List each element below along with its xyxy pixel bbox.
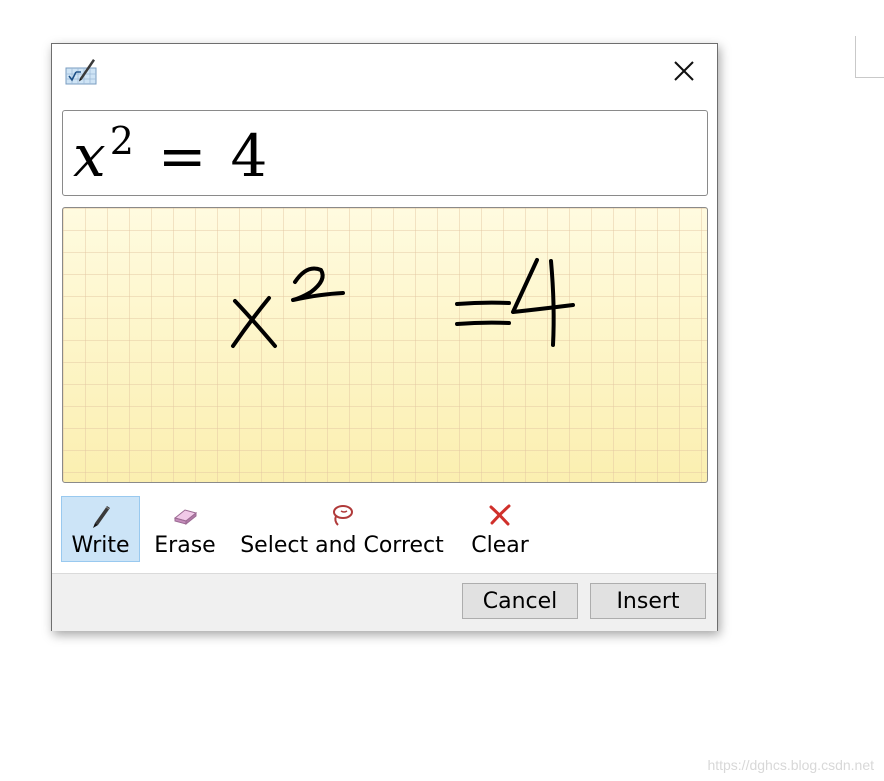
watermark: https://dghcs.blog.csdn.net (707, 757, 874, 773)
clear-tool-button[interactable]: Clear (466, 496, 534, 562)
equation-base: x (73, 122, 106, 190)
recognized-equation: x 2 = 4 (73, 117, 267, 202)
equation-rhs: 4 (230, 122, 268, 190)
eraser-icon (171, 501, 199, 529)
erase-tool-button[interactable]: Erase (150, 496, 220, 562)
dialog-footer: Cancel Insert (52, 573, 717, 631)
equation-equals: = (157, 122, 207, 190)
select-and-correct-tool-label: Select and Correct (240, 533, 444, 558)
ink-stroke-equals (455, 320, 511, 326)
math-input-dialog: x 2 = 4 Write Erase Select and Correct C… (51, 43, 718, 631)
ink-toolbar: Write Erase Select and Correct Clear (52, 494, 717, 574)
erase-tool-label: Erase (154, 533, 216, 558)
lasso-icon (328, 501, 356, 529)
ink-stroke-x (233, 299, 277, 348)
ink-stroke-4 (511, 258, 575, 314)
equation-exponent: 2 (109, 119, 134, 163)
ink-stroke-equals (455, 300, 511, 306)
math-input-icon (64, 56, 98, 86)
close-button[interactable] (666, 54, 702, 88)
select-and-correct-tool-button[interactable]: Select and Correct (234, 496, 450, 562)
ink-stroke-2 (291, 266, 345, 302)
write-tool-button[interactable]: Write (61, 496, 140, 562)
page: x 2 = 4 Write Erase Select and Correct C… (0, 0, 884, 781)
clear-x-icon (487, 501, 513, 529)
clear-tool-label: Clear (471, 533, 529, 558)
pen-icon (89, 502, 113, 529)
close-icon (674, 61, 694, 81)
math-preview-box: x 2 = 4 (62, 110, 708, 196)
write-tool-label: Write (71, 533, 130, 558)
handwriting-strokes (231, 258, 575, 348)
document-corner-mark (855, 36, 884, 78)
cancel-button[interactable]: Cancel (462, 583, 578, 619)
insert-button[interactable]: Insert (590, 583, 706, 619)
ink-stroke-4 (549, 259, 556, 347)
handwriting-pad[interactable] (62, 207, 708, 483)
title-bar (52, 44, 717, 102)
